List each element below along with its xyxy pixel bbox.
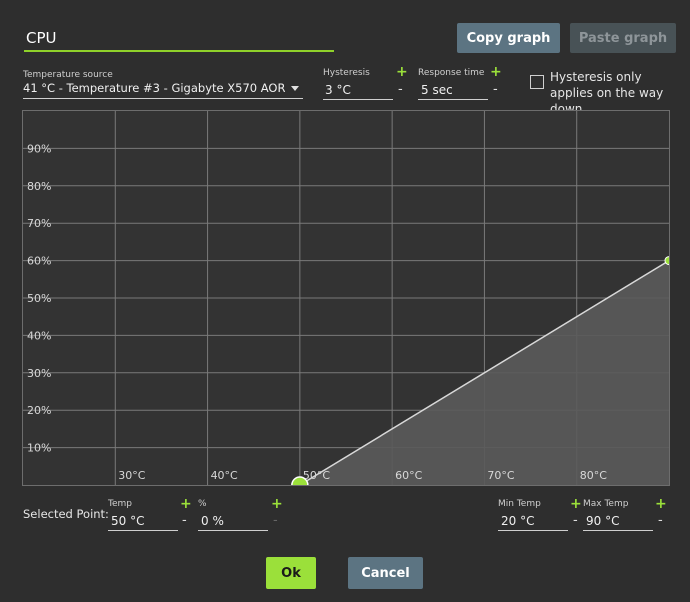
x-tick-label: 70°C [487, 469, 514, 482]
cancel-button[interactable]: Cancel [348, 557, 423, 589]
min-temp-plus-button[interactable]: + [570, 496, 582, 512]
selected-percent-input[interactable]: 0 % [198, 513, 268, 531]
selected-temp-value: 50 °C [111, 514, 145, 528]
y-tick-label: 10% [27, 442, 51, 455]
paste-graph-button[interactable]: Paste graph [570, 23, 676, 53]
y-tick-label: 20% [27, 404, 51, 417]
hysteresis-input[interactable]: 3 °C [323, 82, 393, 100]
copy-graph-button[interactable]: Copy graph [457, 23, 560, 53]
selected-percent-label: % [198, 499, 207, 509]
selected-temp-input[interactable]: 50 °C [108, 513, 178, 531]
fan-curve-svg[interactable]: 10%20%30%40%50%60%70%80%90%30°C 40°C 50°C 6… [23, 111, 669, 485]
hysteresis-down-checkbox[interactable] [530, 75, 544, 89]
min-temp-input[interactable]: 20 °C [498, 513, 568, 531]
x-tick-label: 80°C [580, 469, 607, 482]
x-tick-label: 30°C [118, 469, 145, 482]
temperature-source-value: 41 °C - Temperature #3 - Gigabyte X570 A… [23, 81, 285, 95]
y-tick-label: 50% [27, 292, 51, 305]
chevron-down-icon [291, 86, 299, 91]
y-tick-label: 40% [27, 329, 51, 342]
max-temp-minus-button[interactable]: - [658, 513, 663, 528]
response-time-plus-button[interactable]: + [490, 64, 502, 80]
response-time-minus-button[interactable]: - [493, 82, 498, 97]
selected-temp-plus-button[interactable]: + [180, 496, 192, 512]
temperature-source-select[interactable]: 41 °C - Temperature #3 - Gigabyte X570 A… [23, 80, 303, 99]
selected-percent-value: 0 % [201, 514, 224, 528]
y-tick-label: 60% [27, 255, 51, 268]
x-tick-label: 60°C [395, 469, 422, 482]
curve-point[interactable] [664, 256, 669, 266]
min-temp-label: Min Temp [498, 499, 541, 509]
max-temp-plus-button[interactable]: + [655, 496, 667, 512]
x-tick-label: 40°C [211, 469, 238, 482]
y-tick-label: 90% [27, 142, 51, 155]
max-temp-value: 90 °C [586, 514, 620, 528]
selected-point-label: Selected Point: [23, 507, 109, 521]
y-tick-label: 70% [27, 217, 51, 230]
hysteresis-plus-button[interactable]: + [396, 64, 408, 80]
min-temp-minus-button[interactable]: - [573, 513, 578, 528]
selected-percent-minus-button[interactable]: - [273, 513, 278, 528]
selected-temp-minus-button[interactable]: - [182, 513, 187, 528]
hysteresis-value: 3 °C [325, 83, 351, 97]
y-tick-label: 80% [27, 180, 51, 193]
y-tick-label: 30% [27, 367, 51, 380]
selected-temp-label: Temp [108, 499, 132, 509]
selected-percent-plus-button[interactable]: + [271, 496, 283, 512]
temperature-source-label: Temperature source [23, 70, 113, 80]
curve-name-input[interactable]: CPU [24, 26, 334, 52]
max-temp-input[interactable]: 90 °C [583, 513, 653, 531]
response-time-value: 5 sec [421, 83, 453, 97]
fan-curve-chart[interactable]: 10% 20% 30% 40% 50% 60% 70% 80% 90% 30°C 40°C 50°C 6… [22, 110, 670, 486]
response-time-label: Response time [418, 68, 485, 78]
min-temp-value: 20 °C [501, 514, 535, 528]
ok-button[interactable]: Ok [266, 557, 316, 589]
response-time-input[interactable]: 5 sec [418, 82, 488, 100]
max-temp-label: Max Temp [583, 499, 629, 509]
hysteresis-minus-button[interactable]: - [398, 82, 403, 97]
hysteresis-label: Hysteresis [323, 68, 370, 78]
